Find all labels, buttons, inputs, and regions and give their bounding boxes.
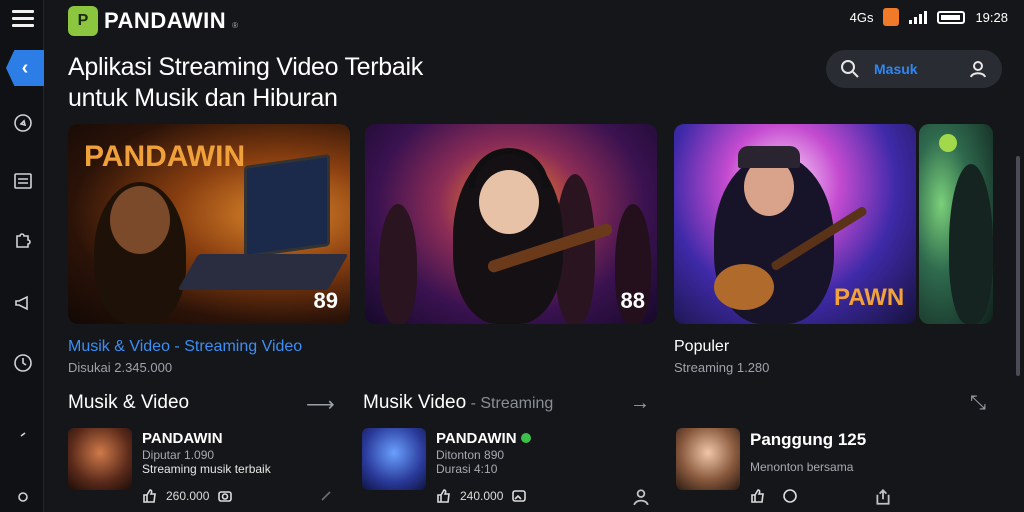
laptop-screen: [244, 153, 330, 259]
arrow-right-icon[interactable]: →: [630, 392, 650, 415]
camera-icon[interactable]: [217, 488, 233, 504]
laptop-keyboard: [177, 254, 349, 290]
card-badge: 89: [313, 288, 338, 313]
hero-card-1[interactable]: PANDAWIN 89: [68, 124, 350, 324]
user-icon[interactable]: [968, 59, 988, 79]
comment-icon[interactable]: [782, 488, 798, 504]
section-title-text: Musik & Video: [68, 392, 190, 413]
battery-icon: [937, 10, 966, 24]
item-actions: 260.000: [142, 488, 233, 504]
item-title: PANDAWIN: [142, 430, 223, 447]
login-link[interactable]: Masuk: [874, 61, 954, 77]
menu-icon[interactable]: [12, 10, 34, 28]
search-icon[interactable]: [840, 59, 860, 79]
section-title-streaming: Musik Video - Streaming: [363, 392, 553, 414]
like-icon[interactable]: [750, 488, 766, 504]
app-name: PANDAWIN: [104, 8, 227, 33]
item-desc: Menonton bersama: [750, 460, 854, 474]
hero-card-4[interactable]: [919, 124, 993, 324]
status-bar: 4Gs 19:28: [850, 8, 1008, 26]
network-label: 4Gs: [849, 9, 874, 25]
item-meta: Diputar 1.090: [142, 448, 215, 462]
caption-sub: Disukai 2.345.000: [68, 360, 173, 375]
like-count: 260.000: [166, 489, 210, 503]
like-icon[interactable]: [142, 488, 158, 504]
card-art-text: PAWN: [834, 284, 905, 311]
section-title-text: Musik Video: [363, 392, 467, 413]
headline-line-1: Aplikasi Streaming Video Terbaik: [68, 53, 423, 81]
caption-title[interactable]: Populer: [674, 338, 769, 356]
brand-mark-icon: [939, 134, 957, 152]
cap-shape: [738, 146, 800, 168]
item-thumbnail: [68, 428, 132, 490]
hero-card-3[interactable]: PAWN: [674, 124, 916, 324]
item-desc: Durasi 4:10: [436, 462, 498, 476]
logo-mark: P: [68, 6, 98, 36]
character-face: [110, 186, 170, 254]
back-button[interactable]: ‹: [6, 50, 44, 86]
list-icon[interactable]: [12, 170, 34, 192]
verified-icon: [520, 433, 531, 443]
item-thumbnail: [676, 428, 740, 490]
hero-caption-1[interactable]: Musik & Video - Streaming Video Disukai …: [68, 338, 302, 375]
side-rail: ‹: [0, 0, 44, 512]
share-icon[interactable]: [318, 488, 334, 504]
section-title-muted: - Streaming: [466, 395, 554, 412]
item-title: PANDAWIN: [436, 430, 531, 447]
headline-line-2: untuk Musik dan Hiburan: [68, 84, 338, 112]
caption-sub: Streaming 1.280: [674, 360, 770, 375]
item-actions: [750, 488, 798, 504]
notification-icon: [883, 8, 900, 26]
guitarist-figure: [949, 164, 993, 324]
item-actions: 240.000: [436, 488, 527, 504]
like-count: 240.000: [460, 489, 504, 503]
item-title: Panggung 125: [750, 430, 867, 449]
clock-icon[interactable]: [12, 352, 34, 374]
scrollbar[interactable]: [1016, 156, 1020, 376]
band-member-figure: [379, 204, 417, 324]
puzzle-icon[interactable]: [12, 228, 34, 250]
signal-icon: [909, 10, 928, 24]
caption-title[interactable]: Musik & Video - Streaming Video: [68, 338, 302, 356]
item-thumbnail: [362, 428, 426, 490]
share-icon[interactable]: [874, 488, 892, 506]
page-headline: Aplikasi Streaming Video Terbaik untuk M…: [68, 52, 423, 114]
trademark: ®: [232, 20, 239, 30]
announcement-icon[interactable]: [12, 292, 34, 314]
headphones-icon: [469, 148, 549, 188]
image-icon[interactable]: [511, 488, 527, 504]
arrow-right-icon[interactable]: ⟶: [306, 392, 335, 417]
item-desc: Streaming musik terbaik: [142, 462, 271, 476]
compass-icon[interactable]: [12, 112, 34, 134]
item-title-text: PANDAWIN: [436, 430, 517, 447]
card-art-text: PANDAWIN: [84, 140, 246, 173]
like-icon[interactable]: [436, 488, 452, 504]
hero-card-2[interactable]: 88: [365, 124, 657, 324]
expand-icon[interactable]: ⤡: [970, 392, 986, 415]
dot-icon: [12, 486, 34, 508]
hero-caption-2[interactable]: Populer Streaming 1.280: [674, 338, 769, 375]
card-badge: 88: [620, 288, 645, 313]
section-title-musik-video: Musik & Video: [68, 392, 189, 414]
slash-icon: [12, 424, 34, 446]
search-account-bar[interactable]: Masuk: [826, 50, 1002, 88]
item-meta: Ditonton 890: [436, 448, 505, 462]
guitar-body: [714, 264, 774, 310]
app-logo[interactable]: P PANDAWIN ®: [68, 6, 238, 36]
profile-icon[interactable]: [632, 488, 650, 506]
clock-time: 19:28: [975, 9, 1008, 25]
